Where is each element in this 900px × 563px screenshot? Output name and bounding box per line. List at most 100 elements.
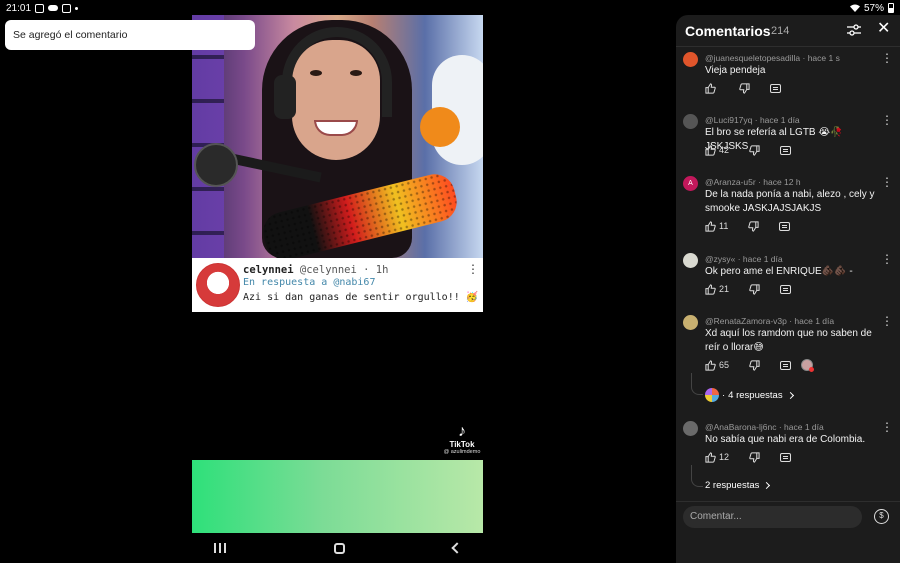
dislike-button[interactable] bbox=[748, 220, 759, 232]
comment-avatar[interactable] bbox=[683, 114, 698, 129]
more-vertical-icon[interactable]: ⋮ bbox=[881, 421, 893, 433]
thread-line bbox=[691, 465, 703, 487]
comment-actions: 12 bbox=[705, 450, 811, 464]
reply-card-context: En respuesta a @nabi67 bbox=[243, 277, 375, 288]
reply-card-prefix: En respuesta a bbox=[243, 277, 328, 288]
reply-card-avatar bbox=[196, 263, 240, 307]
reply-icon bbox=[780, 284, 792, 294]
like-count: 12 bbox=[719, 452, 730, 462]
navigation-bar bbox=[0, 533, 675, 563]
reply-button[interactable] bbox=[780, 452, 792, 462]
comment-avatar[interactable] bbox=[683, 52, 698, 67]
comment-text: Xd aquí los ramdom que no saben de reír … bbox=[705, 328, 872, 353]
status-left: 21:01 bbox=[6, 2, 79, 14]
recent-apps-icon[interactable] bbox=[214, 543, 226, 553]
replies-count: 2 respuestas bbox=[705, 480, 760, 491]
comment-input[interactable]: Comentar... bbox=[683, 506, 862, 528]
background-shelf bbox=[192, 15, 224, 258]
comment-actions: 42 bbox=[705, 143, 811, 157]
more-vertical-icon[interactable]: ⋮ bbox=[881, 114, 893, 126]
comment-item: @Luci917yq · hace 1 día ⋮ El bro se referí… bbox=[676, 114, 900, 174]
reply-avatar bbox=[705, 388, 719, 402]
more-vertical-icon[interactable]: ⋮ bbox=[881, 176, 893, 188]
comment-avatar[interactable] bbox=[683, 421, 698, 436]
filter-icon[interactable] bbox=[847, 24, 861, 36]
comment-meta: @juanesqueletopesadilla · hace 1 s bbox=[705, 53, 840, 63]
like-button[interactable]: 21 bbox=[705, 283, 729, 295]
dislike-button[interactable] bbox=[749, 451, 760, 463]
more-vertical-icon[interactable]: ⋮ bbox=[881, 52, 893, 64]
comment-actions: 21 bbox=[705, 282, 811, 296]
like-button[interactable]: 42 bbox=[705, 144, 730, 156]
comment-item: @RenataZamora-v3p · hace 1 día ⋮ Xd aquí l… bbox=[676, 315, 900, 402]
home-icon[interactable] bbox=[334, 542, 345, 554]
chevron-right-icon bbox=[763, 481, 771, 490]
reply-button[interactable] bbox=[779, 221, 791, 231]
like-button[interactable]: 65 bbox=[705, 359, 729, 371]
dislike-button[interactable] bbox=[749, 359, 760, 371]
comment-item: @AnaBarona-lj6nc · hace 1 día ⋮ No sabía q… bbox=[676, 421, 900, 491]
more-vertical-icon[interactable]: ⋮ bbox=[881, 253, 893, 265]
dislike-button[interactable] bbox=[749, 283, 760, 295]
comment-text: Vieja pendeja bbox=[705, 65, 766, 76]
reply-card-handle: @celynnei bbox=[299, 264, 357, 276]
comment-item: @zysy« · hace 1 día ⋮ Ok pero ame el ENRIQ… bbox=[676, 253, 900, 313]
wifi-icon bbox=[849, 4, 860, 12]
comment-username[interactable]: @RenataZamora-v3p bbox=[705, 316, 787, 326]
thumbs-down-icon bbox=[749, 451, 760, 463]
more-vertical-icon[interactable]: ⋮ bbox=[881, 315, 893, 327]
comment-text: Ok pero ame el ENRIQUE🫵🏿🫵🏿 - bbox=[705, 266, 853, 277]
thumbs-up-icon bbox=[705, 82, 716, 94]
tiktok-watermark: ♪ TikTok @ azulimdemo bbox=[440, 424, 484, 456]
close-icon[interactable]: ✕ bbox=[877, 20, 890, 38]
thumbs-up-icon bbox=[705, 283, 716, 295]
comments-header: Comentarios 214 ✕ bbox=[676, 15, 900, 47]
like-count: 42 bbox=[719, 145, 730, 155]
next-video-preview[interactable] bbox=[192, 460, 483, 533]
thumbs-down-icon bbox=[739, 82, 750, 94]
tip-coin-icon[interactable]: $ bbox=[874, 509, 889, 524]
clock: 21:01 bbox=[6, 2, 32, 14]
comment-username[interactable]: @AnaBarona-lj6nc bbox=[705, 422, 776, 432]
comment-meta: @RenataZamora-v3p · hace 1 día bbox=[705, 316, 835, 326]
comment-username[interactable]: @zysy« bbox=[705, 254, 735, 264]
comment-username[interactable]: @Aranza-u5r bbox=[705, 177, 756, 187]
dislike-button[interactable] bbox=[739, 82, 750, 94]
like-button[interactable]: 11 bbox=[705, 220, 729, 232]
status-bar: 21:01 57% bbox=[0, 0, 900, 16]
like-count: 11 bbox=[719, 221, 729, 231]
more-vertical-icon: ⋮ bbox=[467, 262, 479, 276]
comment-actions: 11 bbox=[705, 219, 810, 233]
comment-username[interactable]: @Luci917yq bbox=[705, 115, 752, 125]
reply-button[interactable] bbox=[780, 284, 792, 294]
tiktok-name: TikTok bbox=[449, 440, 475, 449]
back-icon[interactable] bbox=[451, 542, 463, 554]
thumbs-up-icon bbox=[705, 359, 716, 371]
reply-button[interactable] bbox=[770, 83, 781, 93]
view-replies-button[interactable]: 2 respuestas bbox=[705, 480, 771, 491]
like-button[interactable]: 12 bbox=[705, 451, 730, 463]
reply-card-reply-to: @nabi67 bbox=[333, 277, 376, 288]
reply-card-header: celynnei @celynnei · 1h bbox=[243, 264, 388, 276]
thumbs-down-icon bbox=[749, 359, 760, 371]
comment-avatar[interactable] bbox=[683, 253, 698, 268]
comment-time: hace 12 h bbox=[763, 177, 801, 187]
reply-icon bbox=[780, 360, 792, 370]
dislike-button[interactable] bbox=[749, 144, 760, 156]
reply-card-time: · 1h bbox=[363, 264, 389, 276]
comment-time: hace 1 día bbox=[759, 115, 800, 125]
video-player[interactable] bbox=[192, 15, 483, 258]
reply-button[interactable] bbox=[780, 360, 792, 370]
reply-icon bbox=[780, 452, 792, 462]
like-button[interactable] bbox=[705, 82, 719, 94]
comment-avatar[interactable]: A bbox=[683, 176, 698, 191]
comment-time: hace 1 día bbox=[742, 254, 783, 264]
comment-username[interactable]: @juanesqueletopesadilla bbox=[705, 53, 800, 63]
view-replies-button[interactable]: · 4 respuestas bbox=[705, 388, 794, 402]
reply-icon bbox=[780, 145, 792, 155]
reply-button[interactable] bbox=[780, 145, 792, 155]
thumbs-up-icon bbox=[705, 220, 716, 232]
comment-time: hace 1 día bbox=[794, 316, 835, 326]
instagram-icon bbox=[62, 3, 72, 13]
comment-avatar[interactable] bbox=[683, 315, 698, 330]
